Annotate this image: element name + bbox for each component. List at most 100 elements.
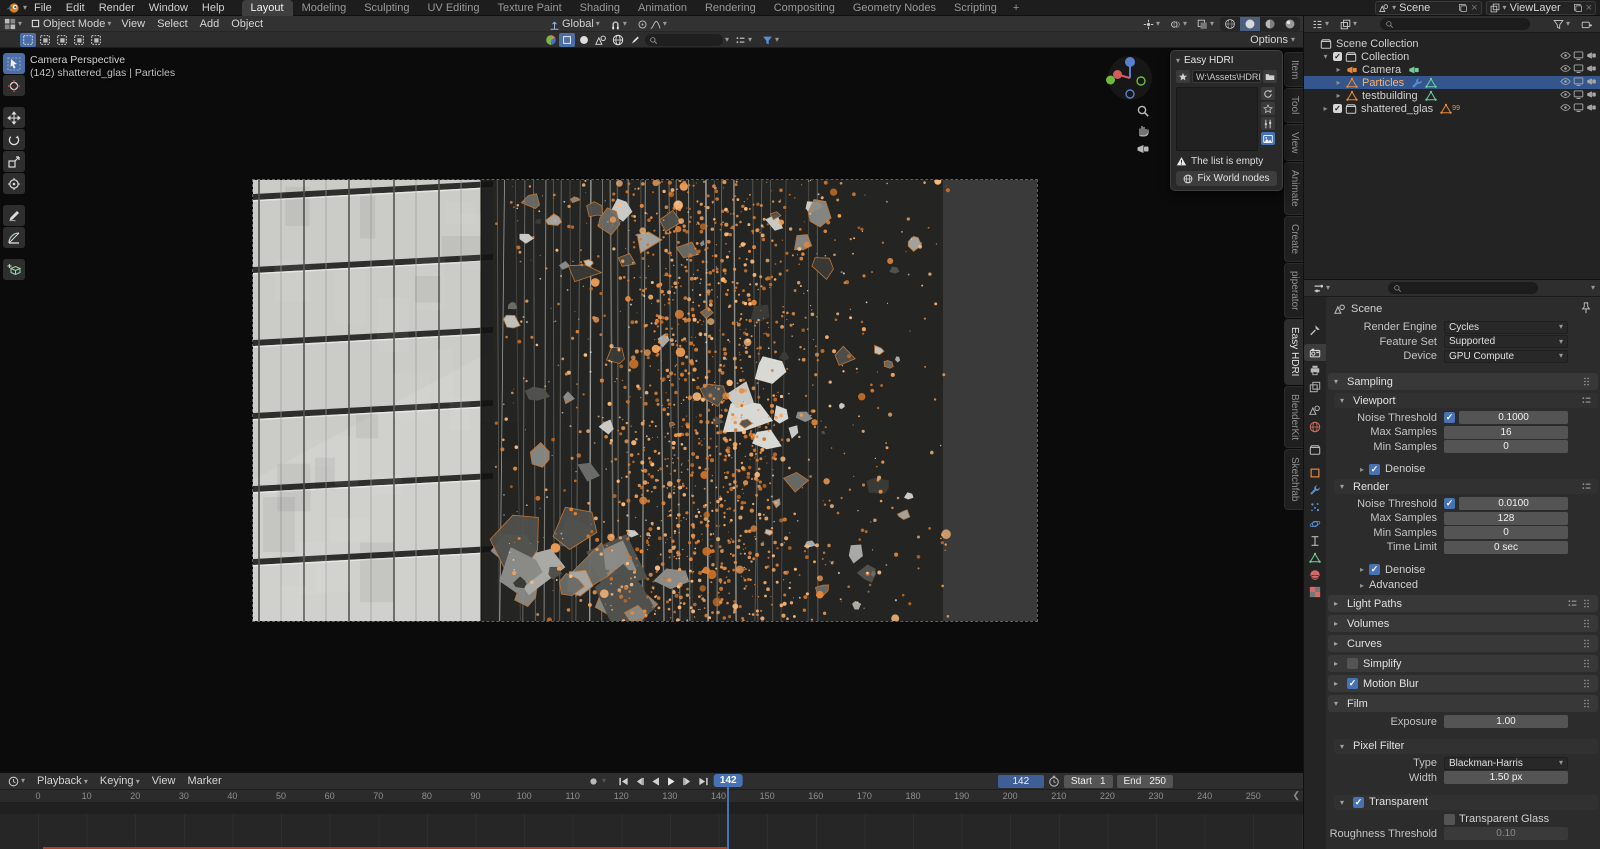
hdri-preview-box[interactable] — [1176, 87, 1258, 151]
timeline-menu-keying[interactable]: Keying ▾ — [94, 775, 146, 787]
asset-type-hdr-button[interactable] — [610, 33, 626, 47]
scene-unlink-icon[interactable]: × — [1471, 2, 1477, 14]
hide-eye-icon[interactable] — [1560, 50, 1571, 64]
scene-name[interactable]: Scene — [1399, 2, 1455, 14]
disable-viewport-icon[interactable] — [1573, 76, 1584, 90]
tool-select-box[interactable] — [3, 53, 25, 74]
properties-tab-modifiers[interactable] — [1304, 481, 1326, 498]
tool-add-cube[interactable] — [3, 259, 25, 280]
workspace-tab-geometry-nodes[interactable]: Geometry Nodes — [844, 0, 945, 16]
properties-tab-material[interactable] — [1304, 566, 1326, 583]
asset-type-model-button[interactable] — [559, 33, 575, 47]
folder-browse-button[interactable] — [1263, 70, 1277, 83]
panel-header-transparent[interactable]: ▾ ✓ Transparent — [1334, 794, 1598, 810]
value-slider[interactable]: 1.00 — [1444, 715, 1568, 728]
pin-icon[interactable] — [1580, 301, 1592, 317]
timeline-editor-type-button[interactable]: ▾ — [4, 773, 29, 789]
properties-editor-type-button[interactable]: ▾ — [1309, 280, 1334, 296]
properties-tab-view-layer[interactable] — [1304, 378, 1326, 395]
sidebar-tab-animate[interactable]: Animate — [1284, 162, 1303, 215]
navigation-gizmo[interactable] — [1106, 54, 1154, 102]
asset-search-field[interactable] — [645, 34, 723, 46]
playhead-frame-label[interactable]: 142 — [713, 773, 743, 787]
properties-tab-object[interactable] — [1304, 464, 1326, 481]
sidebar-tab-item[interactable]: Item — [1284, 52, 1303, 88]
timeline-menu-playback[interactable]: Playback ▾ — [31, 775, 94, 787]
editor-type-button[interactable]: ▾ — [0, 16, 26, 32]
snap-toggle[interactable]: ▾ — [606, 16, 631, 32]
value-slider[interactable]: 16 — [1444, 425, 1568, 439]
asset-type-brush-button[interactable] — [627, 33, 643, 47]
viewport-canvas[interactable]: Camera Perspective (142) shattered_glas … — [0, 48, 1303, 772]
workspace-tab-scripting[interactable]: Scripting — [945, 0, 1006, 16]
hide-eye-icon[interactable] — [1560, 102, 1571, 116]
hide-eye-icon[interactable] — [1560, 89, 1571, 103]
workspace-tab-uv-editing[interactable]: UV Editing — [418, 0, 488, 16]
panel-header-curves[interactable]: ▸ Curves — [1328, 635, 1598, 652]
xray-toggle[interactable]: ▾ — [1193, 16, 1218, 32]
properties-tab-scene[interactable] — [1304, 401, 1326, 418]
tool-move[interactable] — [3, 107, 25, 128]
topbar-menu-help[interactable]: Help — [195, 0, 232, 16]
image-display-button[interactable] — [1261, 132, 1275, 145]
object-name[interactable]: testbuilding — [1362, 90, 1418, 102]
tool-rotate[interactable] — [3, 129, 25, 150]
timeline-menu-marker[interactable]: Marker — [181, 775, 227, 787]
value-dropdown[interactable]: Supported ▾ — [1444, 335, 1568, 348]
value-slider[interactable]: 128 — [1444, 511, 1568, 525]
panel-header-viewport[interactable]: ▾ Viewport — [1334, 393, 1598, 408]
jump-to-end-button[interactable] — [696, 774, 711, 788]
topbar-menu-window[interactable]: Window — [142, 0, 195, 16]
show-gizmo-toggle[interactable]: ▾ — [1139, 16, 1164, 32]
properties-filter-dropdown-icon[interactable]: ▾ — [1591, 284, 1595, 292]
outliner-filter-button[interactable]: ▾ — [1549, 16, 1574, 32]
tools-dropdown-button[interactable] — [1261, 117, 1275, 130]
asset-type-scene-button[interactable] — [593, 33, 609, 47]
outliner-search-field[interactable] — [1380, 18, 1530, 30]
favorite-star-button[interactable] — [1176, 70, 1190, 83]
disable-render-icon[interactable] — [1586, 102, 1597, 116]
value-slider[interactable]: 0 — [1444, 526, 1568, 539]
value-slider[interactable]: 0.10 — [1444, 827, 1568, 840]
viewport-menu-add[interactable]: Add — [194, 18, 226, 30]
panel-header-pixel-filter[interactable]: ▾ Pixel Filter — [1334, 738, 1598, 754]
disable-viewport-icon[interactable] — [1573, 63, 1584, 77]
pan-hand-button[interactable] — [1134, 121, 1152, 139]
sidebar-tab-tool[interactable]: Tool — [1284, 88, 1303, 123]
disable-render-icon[interactable] — [1586, 89, 1597, 103]
sidebar-tab-piperator[interactable]: piperator — [1284, 263, 1303, 319]
timer-icon[interactable] — [1048, 775, 1060, 787]
zoom-button[interactable] — [1134, 102, 1152, 120]
sidebar-tab-easy-hdri[interactable]: Easy HDRI — [1284, 319, 1303, 385]
setting-checkbox[interactable]: ✓ — [1444, 412, 1455, 423]
breadcrumb-label[interactable]: Scene — [1351, 303, 1382, 315]
options-button[interactable]: Options ▾ — [1250, 34, 1295, 46]
expander-icon[interactable]: ▸ — [1334, 91, 1343, 100]
current-frame-field[interactable]: 142 — [997, 774, 1044, 788]
favorites-dropdown-button[interactable] — [1261, 102, 1275, 115]
panel-checkbox[interactable]: ✓ — [1347, 678, 1358, 689]
timeline-menu-view[interactable]: View — [146, 775, 182, 787]
outliner-row-shattered_glas[interactable]: ▸ ✓ shattered_glas 99 — [1304, 102, 1600, 115]
select-mode-1[interactable] — [37, 33, 53, 47]
panel-checkbox[interactable] — [1347, 658, 1358, 669]
viewlayer-dropdown-icon[interactable]: ▾ — [1503, 3, 1507, 12]
sidebar-tab-blenderkit[interactable]: BlenderKit — [1284, 385, 1303, 449]
properties-tab-collection[interactable] — [1304, 441, 1326, 458]
region-collapse-icon[interactable]: ❮ — [1292, 790, 1300, 801]
scene-selector[interactable]: ▾ Scene × — [1375, 0, 1482, 15]
workspace-tab-sculpting[interactable]: Sculpting — [355, 0, 418, 16]
tool-annotate[interactable] — [3, 205, 25, 226]
copy-icon[interactable] — [1458, 3, 1468, 13]
object-name[interactable]: Camera — [1362, 64, 1401, 76]
panel-header-light-paths[interactable]: ▸ Light Paths — [1328, 595, 1598, 612]
panel-header-motion-blur[interactable]: ▸ ✓ Motion Blur — [1328, 675, 1598, 692]
select-mode-2[interactable] — [54, 33, 70, 47]
asset-filter-button[interactable]: ▾ — [758, 32, 783, 48]
panel-checkbox[interactable]: ✓ — [1353, 796, 1364, 808]
hide-eye-icon[interactable] — [1560, 63, 1571, 77]
viewlayer-unlink-icon[interactable]: × — [1586, 2, 1592, 14]
workspace-tab-texture-paint[interactable]: Texture Paint — [488, 0, 570, 16]
outliner-row-particles[interactable]: ▸ Particles — [1304, 76, 1600, 89]
outliner-row-collection[interactable]: ▾ ✓ Collection — [1304, 50, 1600, 63]
